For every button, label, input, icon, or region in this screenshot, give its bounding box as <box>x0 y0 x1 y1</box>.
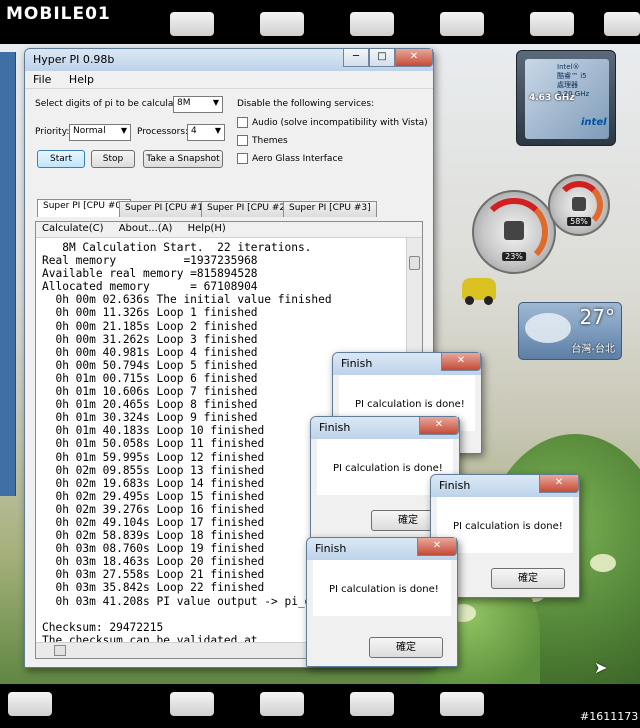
dialog-message: PI calculation is done! <box>355 399 465 410</box>
dialog-title: Finish <box>315 542 347 555</box>
output-line: Available real memory =815894528 <box>42 267 258 281</box>
close-button[interactable]: ✕ <box>417 538 457 556</box>
ok-button[interactable]: 確定 <box>491 568 565 589</box>
dialog-message: PI calculation is done! <box>333 463 443 474</box>
audio-label: Audio (solve incompatibility with Vista) <box>252 118 428 128</box>
output-line: 0h 00m 11.326s Loop 1 finished <box>42 306 258 320</box>
superpi-menu-bar: Calculate(C) About...(A) Help(H) <box>36 222 422 238</box>
gauge-memory-icon <box>572 196 586 211</box>
cpu-tabs: Super PI [CPU #0] Super PI [CPU #1] Supe… <box>35 199 433 217</box>
output-line: Allocated memory = 67108904 <box>42 280 258 294</box>
film-hole <box>170 12 214 36</box>
tab-cpu-0[interactable]: Super PI [CPU #0] <box>37 199 131 217</box>
film-hole <box>530 12 574 36</box>
cpu-usage-percent: 23% <box>502 251 526 261</box>
processors-label: Processors: <box>137 127 189 137</box>
maximize-button[interactable]: □ <box>369 49 395 67</box>
processors-select[interactable]: 4 ▼ <box>187 124 225 141</box>
mouse-cursor-icon: ➤ <box>594 658 608 677</box>
desktop: 4.63 GHz Intel® 酷睿™ i5 處理器 3.20 GHz inte… <box>0 44 640 684</box>
cpu-type: 處理器 <box>557 81 578 89</box>
film-hole <box>260 12 304 36</box>
memory-usage-percent: 58% <box>567 216 591 226</box>
finish-dialog: Finish ✕ PI calculation is done! 確定 <box>306 537 458 667</box>
aero-label: Aero Glass Interface <box>252 154 343 164</box>
cpu-chip-icon: 4.63 GHz Intel® 酷睿™ i5 處理器 3.20 GHz inte… <box>525 59 609 139</box>
menu-help[interactable]: Help <box>69 73 94 86</box>
film-hole <box>8 692 52 716</box>
image-id-watermark: #1611173 <box>580 710 639 723</box>
dialog-title: Finish <box>319 421 351 434</box>
minimize-button[interactable]: ─ <box>343 49 369 67</box>
output-line: 8M Calculation Start. 22 iterations. <box>42 241 312 254</box>
aero-checkbox[interactable] <box>237 153 248 164</box>
film-hole <box>440 692 484 716</box>
menu-file[interactable]: File <box>33 73 51 86</box>
gauge-cpu-icon <box>504 220 524 240</box>
themes-label: Themes <box>252 136 288 146</box>
cpu-line: 酷睿™ i5 <box>557 72 587 80</box>
chevron-down-icon: ▼ <box>120 126 127 135</box>
priority-label: Priority: <box>35 127 70 137</box>
dialog-title: Finish <box>439 479 471 492</box>
weather-gadget[interactable]: 27° 台灣-台北 <box>518 302 622 360</box>
cpu-meter-gadget[interactable]: 4.63 GHz Intel® 酷睿™ i5 處理器 3.20 GHz inte… <box>516 50 616 146</box>
film-hole <box>350 692 394 716</box>
close-button[interactable]: ✕ <box>395 49 433 67</box>
output-line: 0h 00m 02.636s The initial value finishe… <box>42 293 332 307</box>
window-titlebar[interactable]: Hyper PI 0.98b ─ □ ✕ <box>25 49 433 71</box>
cpu-frequency: 3.20 GHz <box>557 90 590 98</box>
tab-cpu-3[interactable]: Super PI [CPU #3] <box>283 201 377 217</box>
close-button[interactable]: ✕ <box>419 417 459 435</box>
start-button[interactable]: Start <box>37 150 85 168</box>
chevron-down-icon: ▼ <box>212 98 219 107</box>
film-hole <box>170 692 214 716</box>
themes-checkbox[interactable] <box>237 135 248 146</box>
output-line: Real memory =1937235968 <box>42 254 258 268</box>
output-line: 0h 00m 21.185s Loop 2 finished <box>42 319 258 333</box>
memory-gauge[interactable]: 58% <box>548 174 610 236</box>
wallpaper-car <box>462 278 496 305</box>
menu-bar: File Help <box>25 71 433 89</box>
digits-label: Select digits of pi to be calculated: <box>35 99 192 109</box>
dialog-message: PI calculation is done! <box>453 521 563 532</box>
film-hole <box>260 692 304 716</box>
film-strip-bottom <box>0 684 640 728</box>
tab-cpu-2[interactable]: Super PI [CPU #2] <box>201 201 295 217</box>
menu-calculate[interactable]: Calculate(C) <box>42 223 104 234</box>
tab-cpu-1[interactable]: Super PI [CPU #1] <box>119 201 213 217</box>
stop-button[interactable]: Stop <box>91 150 135 168</box>
film-hole <box>604 12 640 36</box>
dialog-message: PI calculation is done! <box>329 584 439 595</box>
close-button[interactable]: ✕ <box>539 475 579 493</box>
film-hole <box>350 12 394 36</box>
background-window-edge <box>0 52 16 496</box>
film-strip-top: MOBILE01 <box>0 0 640 44</box>
weather-temperature: 27° <box>579 305 615 329</box>
window-title: Hyper PI 0.98b <box>33 53 115 66</box>
digits-select[interactable]: 8M ▼ <box>173 96 223 113</box>
close-button[interactable]: ✕ <box>441 353 481 371</box>
cpu-brand: Intel® <box>557 63 580 71</box>
audio-checkbox[interactable] <box>237 117 248 128</box>
dialog-title: Finish <box>341 357 373 370</box>
snapshot-button[interactable]: Take a Snapshot <box>143 150 223 168</box>
menu-about[interactable]: About...(A) <box>119 223 173 234</box>
settings-panel: Select digits of pi to be calculated: 8M… <box>25 89 433 199</box>
output-line: 0h 00m 31.262s Loop 3 finished <box>42 332 258 346</box>
chevron-down-icon: ▼ <box>214 126 221 135</box>
menu-superpi-help[interactable]: Help(H) <box>188 223 226 234</box>
site-logo: MOBILE01 <box>6 4 111 24</box>
priority-select[interactable]: Normal ▼ <box>69 124 131 141</box>
intel-logo-icon: intel <box>581 117 607 128</box>
weather-city: 台灣-台北 <box>571 344 615 355</box>
disable-services-label: Disable the following services: <box>237 99 375 109</box>
cpu-gauge[interactable]: 23% <box>472 190 556 274</box>
cloud-icon <box>525 313 571 343</box>
ok-button[interactable]: 確定 <box>369 637 443 658</box>
film-hole <box>440 12 484 36</box>
